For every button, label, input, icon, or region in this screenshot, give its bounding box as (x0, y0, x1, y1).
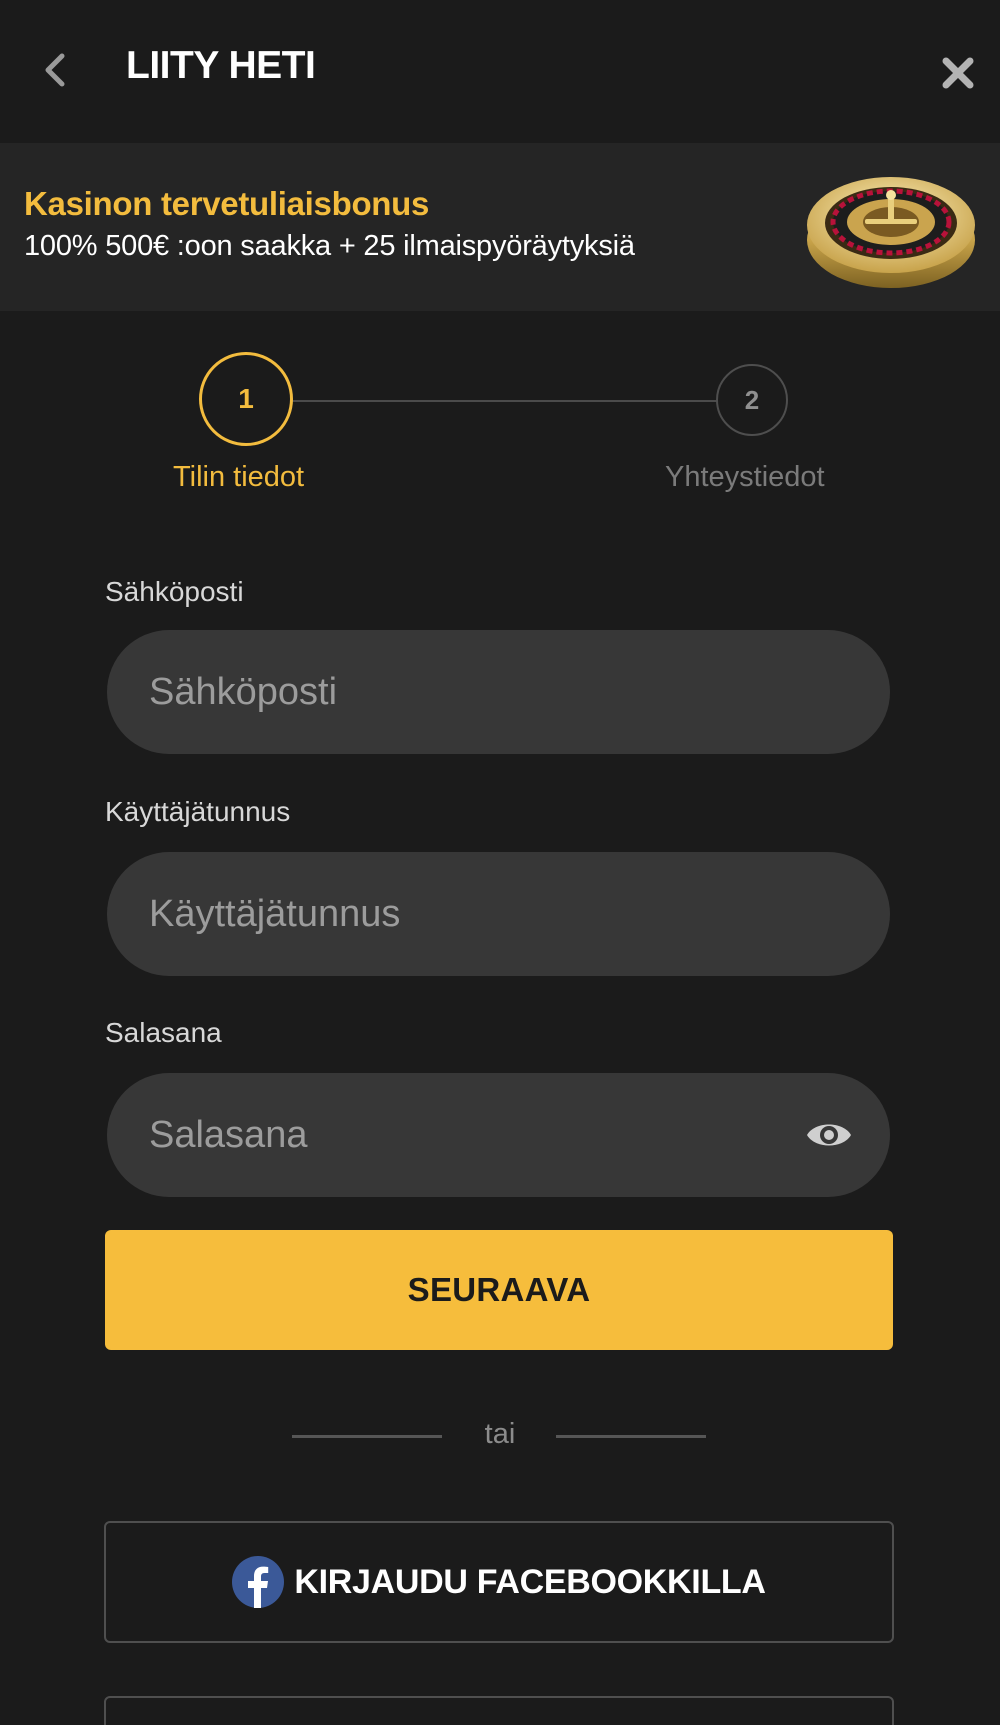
eye-icon (807, 1124, 851, 1146)
chevron-left-icon (45, 53, 65, 87)
next-button[interactable]: SEURAAVA (105, 1230, 893, 1350)
step-2-label: Yhteystiedot (665, 461, 825, 493)
signup-page: LIITY HETI Kasinon tervetuliaisbonus 100… (0, 0, 1000, 1725)
header: LIITY HETI (0, 0, 1000, 143)
divider-text: tai (484, 1418, 516, 1450)
username-label: Käyttäjätunnus (105, 796, 291, 827)
email-input[interactable] (107, 630, 890, 754)
password-input[interactable] (107, 1073, 890, 1197)
email-label: Sähköposti (105, 576, 244, 607)
step-2-indicator: 2 (716, 364, 788, 436)
close-button[interactable] (935, 50, 981, 96)
password-label: Salasana (105, 1017, 222, 1048)
social-login-button-partial[interactable] (104, 1696, 894, 1725)
roulette-wheel-image (807, 177, 975, 288)
step-1-label: Tilin tiedot (173, 461, 305, 493)
password-visibility-toggle[interactable] (803, 1114, 855, 1156)
divider-line-left (292, 1435, 442, 1438)
facebook-login-button[interactable]: KIRJAUDU FACEBOOKKILLA (104, 1521, 894, 1643)
bonus-description: 100% 500€ :oon saakka + 25 ilmaispyöräyt… (24, 230, 635, 262)
facebook-icon (232, 1556, 285, 1608)
step-1-indicator: 1 (199, 352, 293, 446)
close-icon (942, 57, 974, 89)
username-input[interactable] (107, 852, 890, 976)
divider-line-right (556, 1435, 706, 1438)
facebook-login-label: KIRJAUDU FACEBOOKKILLA (294, 1562, 766, 1601)
page-title: LIITY HETI (126, 44, 316, 87)
bonus-banner[interactable]: Kasinon tervetuliaisbonus 100% 500€ :oon… (0, 143, 1000, 311)
bonus-title: Kasinon tervetuliaisbonus (24, 185, 430, 222)
back-button[interactable] (30, 40, 80, 100)
stepper-connector (292, 400, 717, 402)
